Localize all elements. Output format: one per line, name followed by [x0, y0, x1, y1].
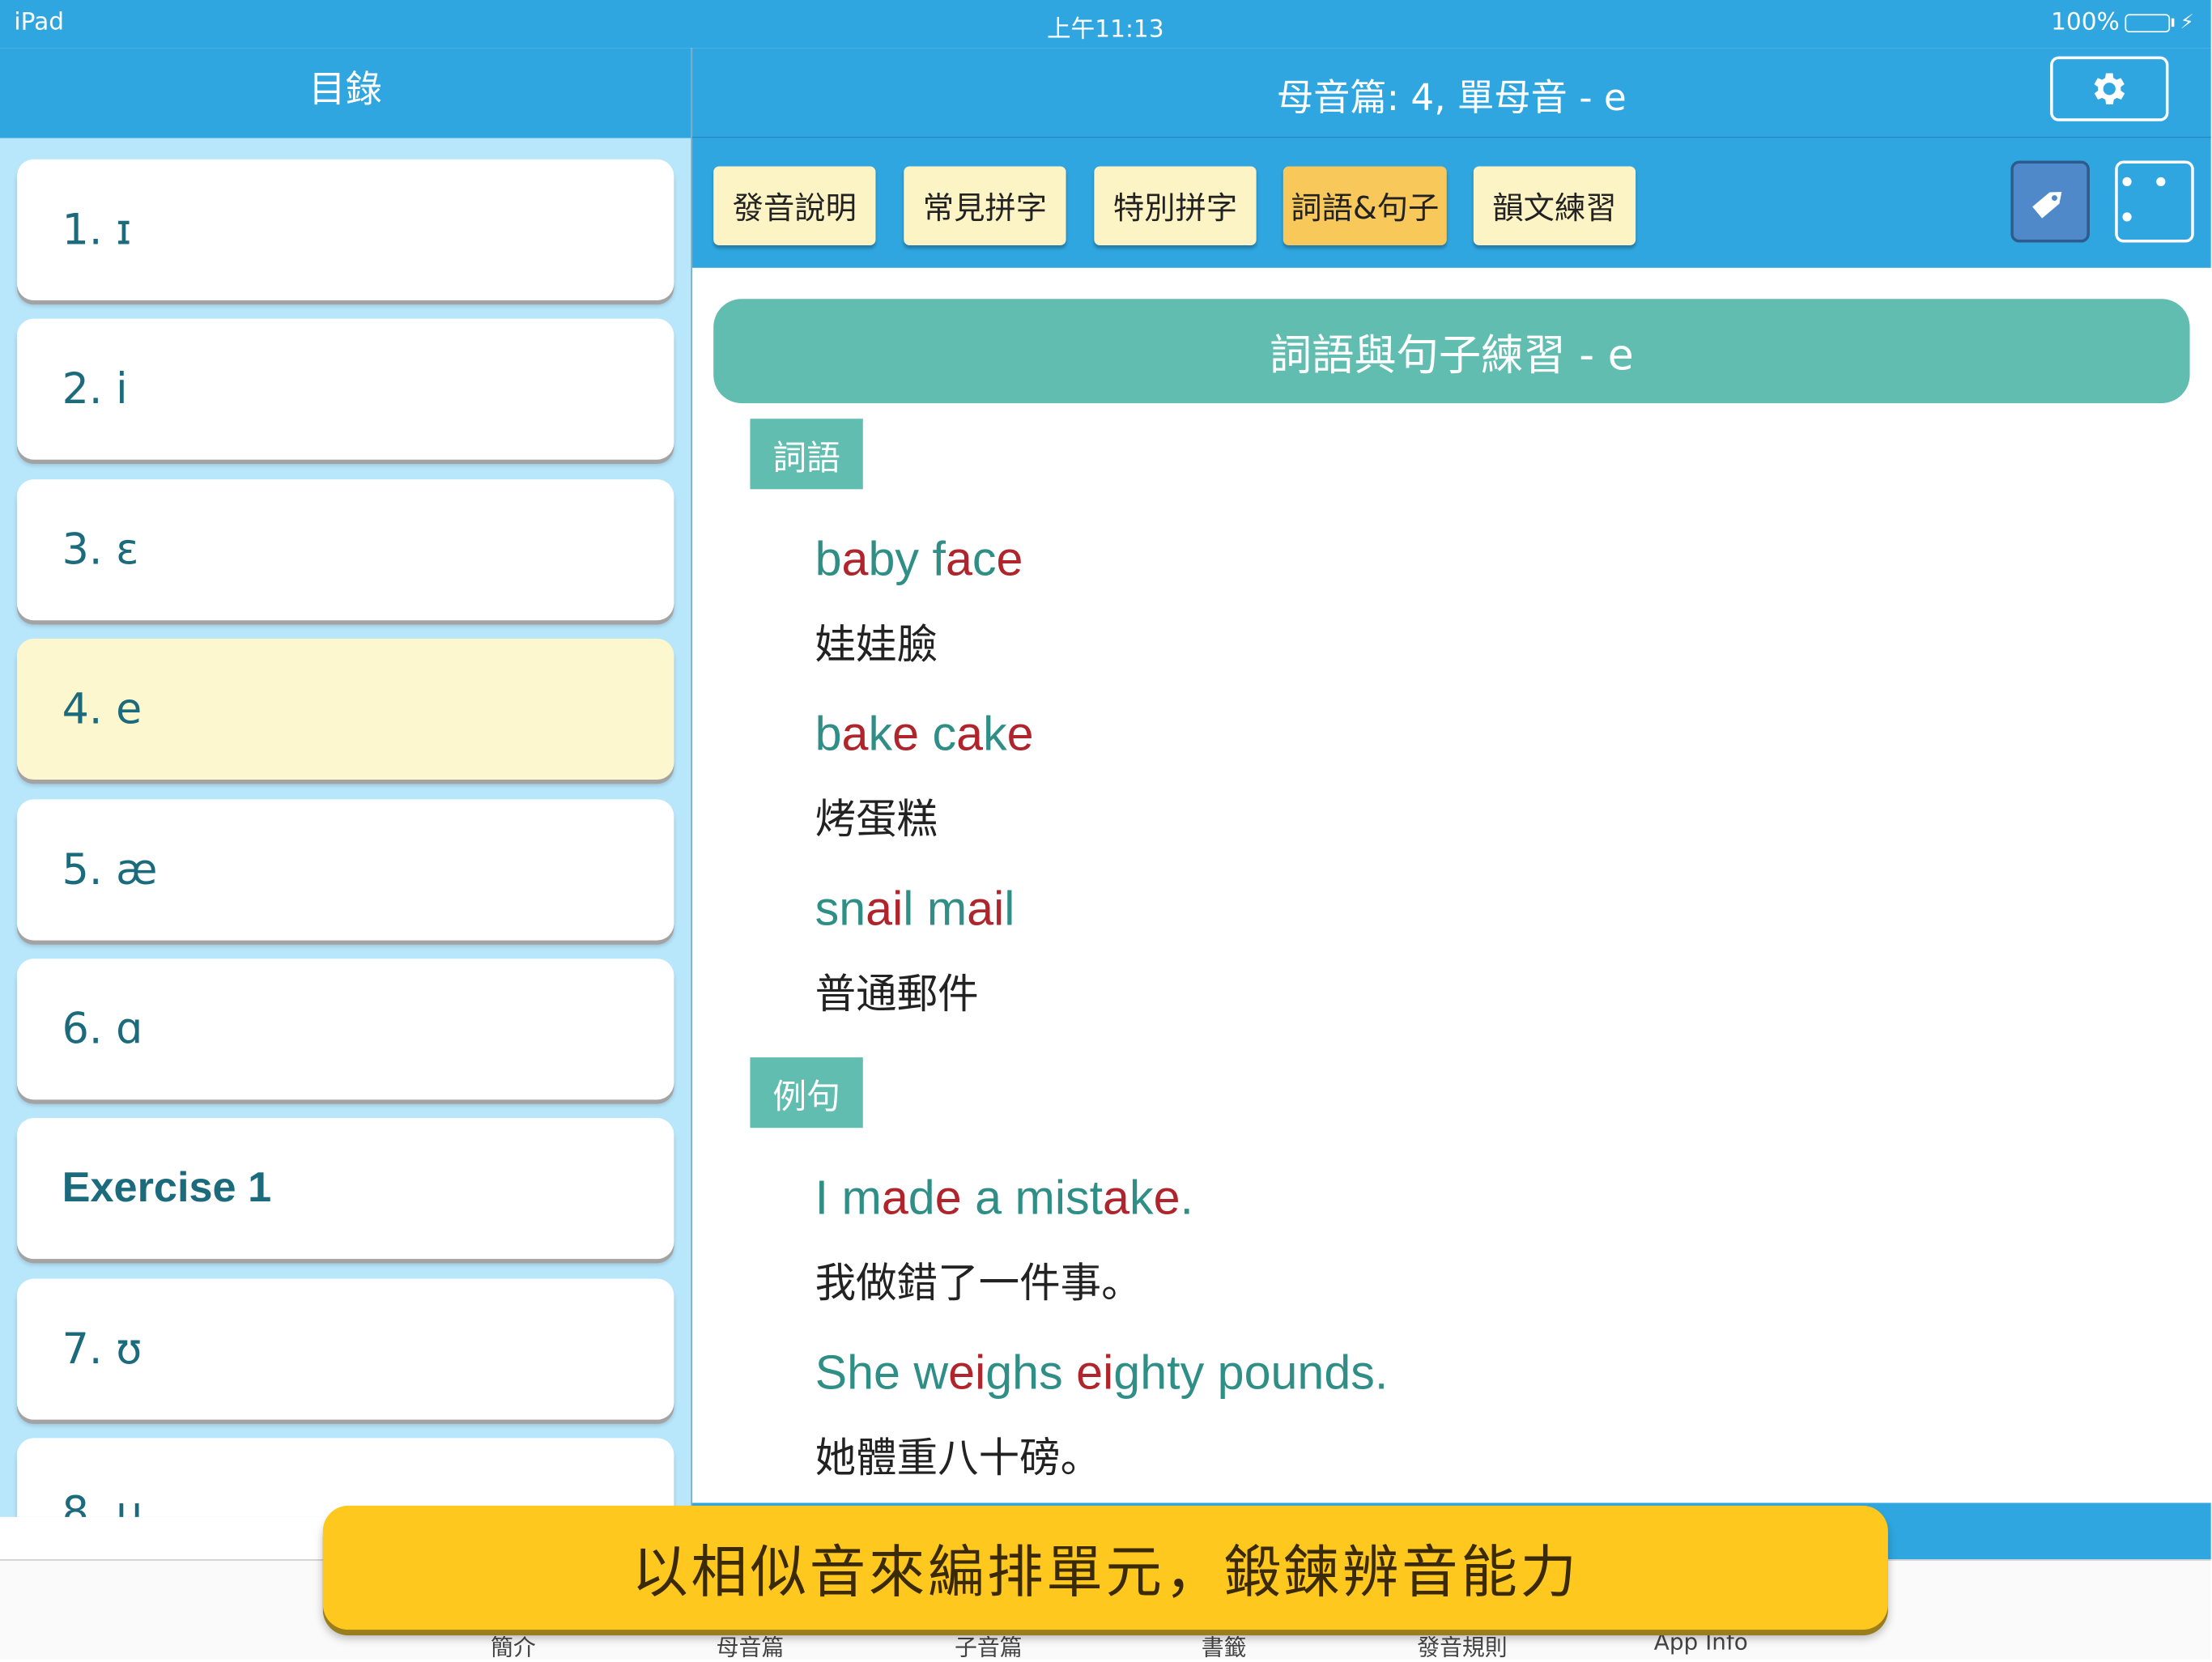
- charging-bolt-icon: ⚡: [2180, 11, 2194, 34]
- bottom-tab-consonants[interactable]: 子音篇: [955, 1628, 1023, 1662]
- sidebar-item-6[interactable]: 6. ɑ: [17, 959, 674, 1099]
- sidebar-item-label: 6. ɑ: [62, 1005, 143, 1054]
- word-chinese: 烤蛋糕: [815, 787, 938, 846]
- section-tabbar: 發音說明 常見拼字 特別拼字 詞語&句子 韻文練習 • • •: [692, 138, 2211, 268]
- plain-text: c: [919, 708, 956, 761]
- bottom-tab-rules[interactable]: 發音規則: [1417, 1628, 1507, 1662]
- plain-text: a mist: [962, 1171, 1103, 1225]
- highlighted-spelling: e: [892, 708, 919, 761]
- page-title: 母音篇: 4, 單母音 - e: [692, 69, 2211, 121]
- sidebar-item-label: 4. e: [62, 684, 143, 733]
- word-chinese: 普通郵件: [815, 962, 979, 1021]
- tab-words-sentences[interactable]: 詞語&句子: [1283, 166, 1447, 245]
- sentence-english[interactable]: I made a mistake.: [815, 1171, 1193, 1226]
- plain-text: k: [983, 708, 1007, 761]
- plain-text: She w: [815, 1346, 949, 1400]
- sidebar-item-1[interactable]: 1. ɪ: [17, 159, 674, 300]
- sentence-chinese: 她體重八十磅。: [815, 1426, 1102, 1485]
- sidebar-item-7[interactable]: 7. ʊ: [17, 1279, 674, 1420]
- highlighted-spelling: e: [1154, 1171, 1180, 1225]
- plain-text: sn: [815, 882, 866, 936]
- bookmark-tag-button[interactable]: [2010, 161, 2090, 243]
- word-english[interactable]: snail mail: [815, 882, 1015, 937]
- sidebar-title: 目錄: [0, 48, 691, 138]
- sidebar-item-5[interactable]: 5. æ: [17, 799, 674, 940]
- highlighted-spelling: ei: [1076, 1346, 1113, 1400]
- highlighted-spelling: a: [842, 708, 869, 761]
- bottom-tab-vowels[interactable]: 母音篇: [717, 1628, 785, 1662]
- bottom-tab-app-info[interactable]: App Info: [1654, 1628, 1748, 1655]
- sentence-chinese: 我做錯了一件事。: [815, 1251, 1142, 1310]
- plain-text: k: [868, 708, 892, 761]
- tab-rhyme-practice[interactable]: 韻文練習: [1474, 166, 1636, 245]
- tab-special-spelling[interactable]: 特別拼字: [1094, 166, 1256, 245]
- gear-icon: [2088, 68, 2130, 110]
- bottom-tab-bookmarks[interactable]: 書籤: [1202, 1628, 1247, 1662]
- tab-pronunciation[interactable]: 發音說明: [713, 166, 875, 245]
- highlighted-spelling: a: [1103, 1171, 1129, 1225]
- more-icon: • • •: [2118, 166, 2192, 236]
- sidebar-item-2[interactable]: 2. i: [17, 319, 674, 460]
- highlighted-spelling: ai: [967, 882, 1004, 936]
- tab-common-spelling[interactable]: 常見拼字: [904, 166, 1066, 245]
- sentence-english[interactable]: She weighs eighty pounds.: [815, 1346, 1389, 1401]
- bottom-tab-intro[interactable]: 簡介: [491, 1628, 536, 1662]
- plain-text: .: [1180, 1171, 1193, 1225]
- plain-text: ghs: [985, 1346, 1076, 1400]
- sidebar-item-3[interactable]: 3. ɛ: [17, 479, 674, 620]
- sentences-tag: 例句: [750, 1057, 862, 1128]
- highlighted-spelling: a: [946, 533, 972, 586]
- battery-percent: 100%: [2051, 8, 2120, 36]
- word-chinese: 娃娃臉: [815, 612, 938, 671]
- plain-text: by f: [868, 533, 945, 586]
- sidebar-item-4-selected[interactable]: 4. e: [17, 639, 674, 780]
- promo-banner: 以相似音來編排單元，鍛鍊辨音能力: [323, 1506, 1888, 1630]
- battery-icon: [2125, 14, 2171, 32]
- highlighted-spelling: a: [882, 1171, 908, 1225]
- plain-text: l: [1004, 882, 1015, 936]
- sidebar-item-label: 2. i: [62, 364, 128, 414]
- highlighted-spelling: ei: [948, 1346, 985, 1400]
- word-english[interactable]: baby face: [815, 533, 1023, 588]
- highlighted-spelling: ai: [866, 882, 903, 936]
- highlighted-spelling: a: [956, 708, 983, 761]
- plain-text: I m: [815, 1171, 882, 1225]
- plain-text: ghty pounds.: [1113, 1346, 1388, 1400]
- plain-text: d: [908, 1171, 935, 1225]
- tag-icon: [2027, 179, 2073, 224]
- plain-text: k: [1129, 1171, 1154, 1225]
- battery-indicator: 100% ⚡: [2051, 8, 2194, 36]
- section-banner: 詞語與句子練習 - e: [713, 299, 2189, 403]
- sidebar-item-label: 7. ʊ: [62, 1324, 143, 1374]
- sidebar-item-label: 8. u: [62, 1489, 143, 1517]
- highlighted-spelling: e: [935, 1171, 962, 1225]
- sidebar-item-label: 5. æ: [62, 845, 158, 895]
- highlighted-spelling: e: [997, 533, 1023, 586]
- highlighted-spelling: e: [1007, 708, 1034, 761]
- plain-text: l m: [903, 882, 967, 936]
- content-header: 母音篇: 4, 單母音 - e: [692, 48, 2211, 138]
- sidebar-item-label: Exercise 1: [62, 1164, 272, 1212]
- highlighted-spelling: a: [842, 533, 869, 586]
- words-tag: 詞語: [750, 419, 862, 489]
- more-button[interactable]: • • •: [2115, 161, 2194, 243]
- clock: 上午11:13: [0, 8, 2211, 44]
- settings-button[interactable]: [2050, 57, 2168, 121]
- status-bar: iPad 上午11:13 100% ⚡: [0, 0, 2211, 48]
- sidebar-list[interactable]: 1. ɪ 2. i 3. ɛ 4. e 5. æ 6. ɑ Exercise 1…: [0, 138, 691, 1517]
- lesson-content[interactable]: 詞語與句子練習 - e 詞語 baby face 娃娃臉 bake cake 烤…: [692, 268, 2211, 1503]
- sidebar-item-label: 3. ɛ: [62, 525, 139, 575]
- plain-text: b: [815, 708, 842, 761]
- sidebar-item-exercise-1[interactable]: Exercise 1: [17, 1118, 674, 1259]
- sidebar-item-label: 1. ɪ: [62, 205, 132, 254]
- plain-text: b: [815, 533, 842, 586]
- word-english[interactable]: bake cake: [815, 708, 1034, 763]
- plain-text: c: [972, 533, 997, 586]
